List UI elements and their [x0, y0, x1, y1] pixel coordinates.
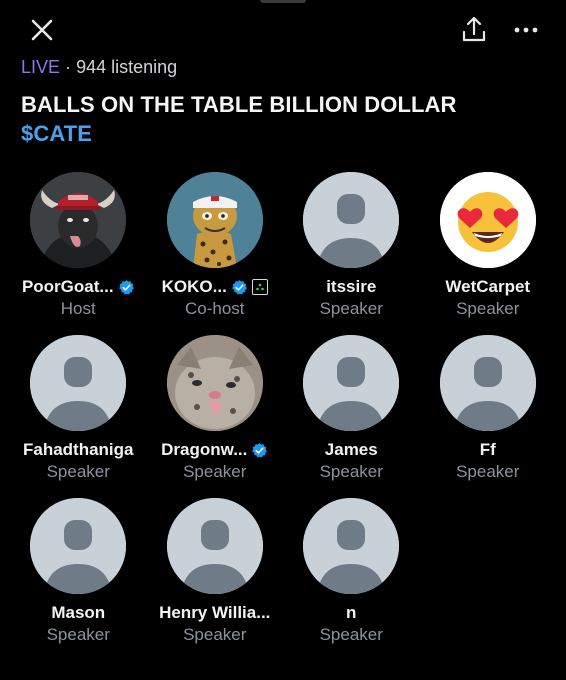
verified-badge-icon: [118, 279, 135, 296]
listener-count: 944 listening: [76, 57, 178, 77]
participant-name-row: n: [346, 602, 356, 624]
participant[interactable]: PoorGoat... Host: [10, 172, 147, 335]
share-icon: [462, 16, 486, 42]
participants-row: PoorGoat... Host KOKO... Co-host itssire…: [10, 172, 556, 335]
participant-name-row: KOKO...: [162, 276, 268, 298]
participant[interactable]: Ff Speaker: [420, 335, 557, 498]
heart-eyes-emoji-avatar[interactable]: [439, 172, 536, 268]
participant-role: Speaker: [183, 625, 247, 644]
top-notch: [260, 0, 306, 3]
avatar-goat[interactable]: [30, 172, 127, 268]
verified-badge-icon: [251, 442, 268, 459]
participants-row: Fahadthaniga Speaker Dragonw... Speaker …: [10, 335, 556, 498]
default-avatar-icon[interactable]: [303, 335, 400, 431]
participant[interactable]: itssire Speaker: [283, 172, 420, 335]
participants-row: Mason Speaker Henry Willia... Speaker n …: [10, 498, 556, 661]
participant-name-row: Ff: [480, 439, 496, 461]
default-avatar-icon[interactable]: [166, 498, 263, 594]
live-label: LIVE: [21, 57, 61, 77]
close-button[interactable]: [28, 16, 56, 44]
participant-role: Speaker: [319, 299, 383, 318]
participant-name: itssire: [326, 277, 377, 296]
default-avatar-icon[interactable]: [30, 335, 127, 431]
default-avatar-icon[interactable]: [303, 172, 400, 268]
participant-name: Ff: [479, 440, 496, 459]
moderator-badge-icon: [251, 279, 268, 295]
space-title-line1: BALLS ON THE TABLE BILLION DOLLAR: [21, 92, 457, 117]
participant[interactable]: Dragonw... Speaker: [147, 335, 284, 498]
participant-role: Speaker: [456, 299, 520, 318]
default-avatar-icon[interactable]: [303, 498, 400, 594]
participant-name: WetCarpet: [445, 277, 531, 296]
participants-grid: PoorGoat... Host KOKO... Co-host itssire…: [10, 172, 556, 661]
participant-role: Co-host: [184, 299, 245, 318]
participant[interactable]: KOKO... Co-host: [147, 172, 284, 335]
participant[interactable]: Henry Willia... Speaker: [147, 498, 284, 661]
top-bar: [0, 12, 566, 48]
avatar-ape[interactable]: [166, 172, 263, 268]
participant[interactable]: Mason Speaker: [10, 498, 147, 661]
verified-badge-icon: [231, 279, 248, 296]
more-options-button[interactable]: [512, 18, 540, 42]
participant-role: Speaker: [46, 462, 110, 481]
participant-name-row: Mason: [51, 602, 105, 624]
participant-name-row: Henry Willia...: [159, 602, 270, 624]
default-avatar-icon[interactable]: [30, 498, 127, 594]
participant-role: Speaker: [456, 462, 520, 481]
participant-name: James: [324, 440, 378, 459]
participant-name: Fahadthaniga: [22, 440, 134, 459]
participant-name: Dragonw...: [161, 440, 248, 459]
participant-role: Speaker: [183, 462, 247, 481]
participant-name-row: James: [325, 439, 378, 461]
avatar-cat[interactable]: [166, 335, 263, 431]
participant-name: KOKO...: [161, 277, 227, 296]
participant-name-row: itssire: [326, 276, 376, 298]
participant-role: Speaker: [46, 625, 110, 644]
participant-name-row: WetCarpet: [445, 276, 530, 298]
default-avatar-icon[interactable]: [439, 335, 536, 431]
participant-name: n: [346, 603, 357, 622]
participant-name-row: Fahadthaniga: [23, 439, 134, 461]
participant-role: Host: [60, 299, 96, 318]
participant-name: Mason: [51, 603, 106, 622]
participant-role: Speaker: [319, 462, 383, 481]
participant-name-row: PoorGoat...: [22, 276, 135, 298]
participant[interactable]: Fahadthaniga Speaker: [10, 335, 147, 498]
separator: ·: [65, 57, 72, 77]
participant[interactable]: James Speaker: [283, 335, 420, 498]
participant-role: Speaker: [319, 625, 383, 644]
participant-name: PoorGoat...: [21, 277, 114, 296]
live-status: LIVE · 944 listening: [21, 57, 177, 78]
participant[interactable]: n Speaker: [283, 498, 420, 661]
share-button[interactable]: [460, 14, 488, 44]
space-title-cashtag[interactable]: $CATE: [21, 119, 551, 148]
participant-name-row: Dragonw...: [161, 439, 268, 461]
more-icon: [514, 27, 538, 33]
close-icon: [31, 19, 53, 41]
participant-name: Henry Willia...: [159, 603, 271, 622]
participant[interactable]: WetCarpet Speaker: [420, 172, 557, 335]
space-title: BALLS ON THE TABLE BILLION DOLLAR $CATE: [21, 90, 551, 148]
